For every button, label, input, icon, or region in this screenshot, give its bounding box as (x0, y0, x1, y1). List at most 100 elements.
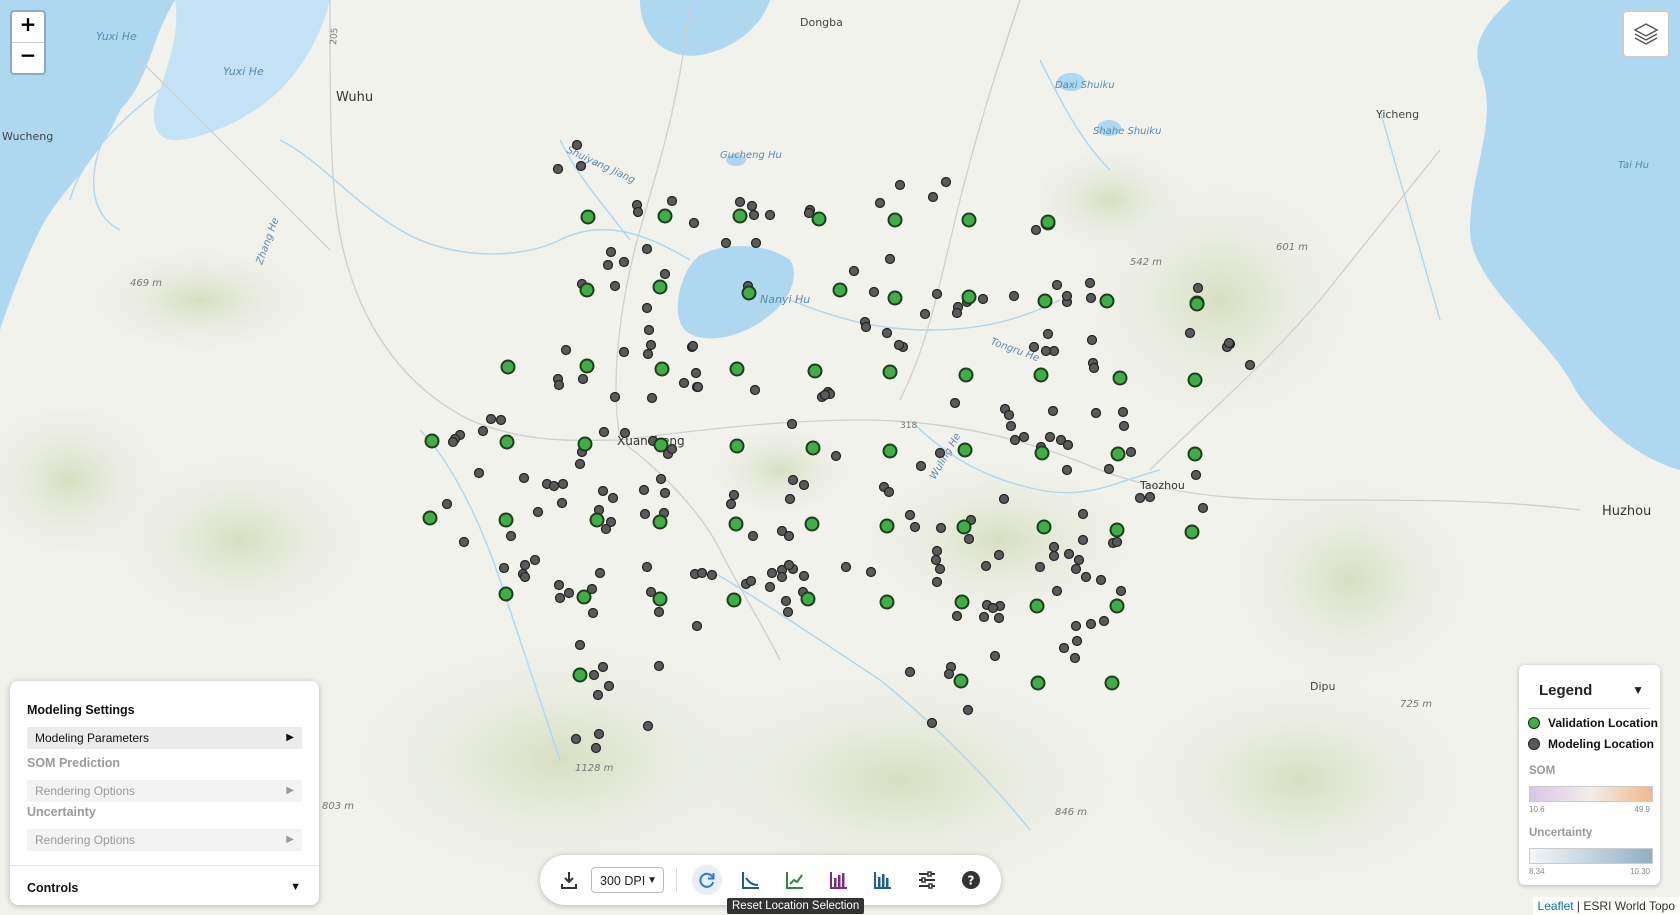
validation-location-marker[interactable] (956, 519, 972, 535)
modeling-location-marker[interactable] (868, 286, 880, 298)
modeling-location-marker[interactable] (690, 367, 702, 379)
validation-location-marker[interactable] (1109, 598, 1125, 614)
modeling-location-marker[interactable] (749, 384, 761, 396)
modeling-location-marker[interactable] (1090, 407, 1102, 419)
modeling-location-marker[interactable] (532, 506, 544, 518)
modeling-location-marker[interactable] (931, 545, 943, 557)
modeling-location-marker[interactable] (1085, 292, 1097, 304)
modeling-location-marker[interactable] (688, 217, 700, 229)
settings-button[interactable] (912, 865, 942, 895)
validation-location-marker[interactable] (1040, 214, 1056, 230)
uncertainty-rendering-options-button[interactable]: Rendering Options ▶ (27, 829, 302, 851)
validation-location-marker[interactable] (1099, 293, 1115, 309)
validation-location-marker[interactable] (1184, 524, 1200, 540)
modeling-location-marker[interactable] (1008, 290, 1020, 302)
validation-location-marker[interactable] (957, 442, 973, 458)
validation-location-marker[interactable] (961, 212, 977, 228)
modeling-location-marker[interactable] (618, 346, 630, 358)
modeling-location-marker[interactable] (655, 473, 667, 485)
modeling-location-marker[interactable] (1028, 341, 1040, 353)
modeling-location-marker[interactable] (783, 530, 795, 542)
modeling-location-marker[interactable] (641, 561, 653, 573)
modeling-location-marker[interactable] (1115, 585, 1127, 597)
zoom-in-button[interactable]: + (12, 12, 44, 42)
modeling-location-marker[interactable] (764, 581, 776, 593)
validation-location-marker[interactable] (958, 367, 974, 383)
modeling-location-marker[interactable] (926, 717, 938, 729)
modeling-location-marker[interactable] (1098, 615, 1110, 627)
validation-location-marker[interactable] (1189, 296, 1205, 312)
modeling-location-marker[interactable] (1018, 431, 1030, 443)
modeling-location-marker[interactable] (691, 620, 703, 632)
modeling-location-marker[interactable] (473, 467, 485, 479)
validation-location-marker[interactable] (729, 438, 745, 454)
modeling-location-marker[interactable] (1058, 642, 1070, 654)
modeling-location-marker[interactable] (557, 478, 569, 490)
validation-location-marker[interactable] (572, 667, 588, 683)
validation-location-marker[interactable] (498, 586, 514, 602)
modeling-location-marker[interactable] (989, 650, 1001, 662)
validation-location-marker[interactable] (804, 516, 820, 532)
modeling-location-marker[interactable] (894, 179, 906, 191)
modeling-location-marker[interactable] (642, 348, 654, 360)
modeling-location-marker[interactable] (609, 280, 621, 292)
modeling-location-marker[interactable] (1069, 652, 1081, 664)
modeling-location-marker[interactable] (1005, 420, 1017, 432)
modeling-location-marker[interactable] (766, 567, 778, 579)
modeling-location-marker[interactable] (776, 571, 788, 583)
modeling-location-marker[interactable] (498, 562, 510, 574)
modeling-location-marker[interactable] (720, 237, 732, 249)
modeling-location-marker[interactable] (593, 728, 605, 740)
modeling-location-marker[interactable] (978, 611, 990, 623)
modeling-location-marker[interactable] (590, 742, 602, 754)
validation-location-marker[interactable] (652, 591, 668, 607)
modeling-location-marker[interactable] (556, 497, 568, 509)
validation-location-marker[interactable] (882, 443, 898, 459)
trend-chart-button[interactable] (780, 865, 810, 895)
modeling-location-marker[interactable] (618, 256, 630, 268)
validation-location-marker[interactable] (729, 361, 745, 377)
validation-location-marker[interactable] (1033, 367, 1049, 383)
modeling-location-marker[interactable] (678, 377, 690, 389)
modeling-location-marker[interactable] (1051, 585, 1063, 597)
modeling-location-marker[interactable] (987, 602, 999, 614)
modeling-location-marker[interactable] (746, 200, 758, 212)
validation-location-marker[interactable] (879, 594, 895, 610)
download-button[interactable] (554, 865, 584, 895)
modeling-location-marker[interactable] (1061, 464, 1073, 476)
modeling-location-marker[interactable] (641, 243, 653, 255)
modeling-location-marker[interactable] (943, 668, 955, 680)
modeling-location-marker[interactable] (666, 443, 678, 455)
modeling-location-marker[interactable] (571, 139, 583, 151)
modeling-location-marker[interactable] (485, 413, 497, 425)
modeling-location-marker[interactable] (605, 246, 617, 258)
validation-location-marker[interactable] (1036, 519, 1052, 535)
modeling-location-marker[interactable] (1070, 620, 1082, 632)
validation-location-marker[interactable] (499, 434, 515, 450)
modeling-location-marker[interactable] (893, 339, 905, 351)
modeling-location-marker[interactable] (609, 391, 621, 403)
modeling-location-marker[interactable] (1003, 409, 1015, 421)
modeling-location-marker[interactable] (927, 191, 939, 203)
controls-toggle[interactable]: Controls (27, 881, 78, 895)
validation-location-marker[interactable] (1104, 675, 1120, 691)
modeling-location-marker[interactable] (934, 447, 946, 459)
validation-location-marker[interactable] (832, 282, 848, 298)
validation-location-marker[interactable] (1029, 598, 1045, 614)
modeling-location-marker[interactable] (598, 426, 610, 438)
modeling-location-marker[interactable] (519, 559, 531, 571)
zoom-out-button[interactable]: − (12, 42, 44, 73)
modeling-location-marker[interactable] (1063, 548, 1075, 560)
modeling-location-marker[interactable] (784, 493, 796, 505)
som-histogram-button[interactable] (824, 865, 854, 895)
validation-location-marker[interactable] (953, 673, 969, 689)
modeling-location-marker[interactable] (1042, 328, 1054, 340)
dpi-select[interactable]: 300 DPI ▼ (591, 867, 664, 893)
validation-location-marker[interactable] (1030, 675, 1046, 691)
modeling-location-marker[interactable] (577, 373, 589, 385)
modeling-location-marker[interactable] (860, 321, 872, 333)
modeling-location-marker[interactable] (659, 487, 671, 499)
modeling-location-marker[interactable] (638, 484, 650, 496)
validation-location-marker[interactable] (800, 591, 816, 607)
modeling-location-marker[interactable] (951, 307, 963, 319)
